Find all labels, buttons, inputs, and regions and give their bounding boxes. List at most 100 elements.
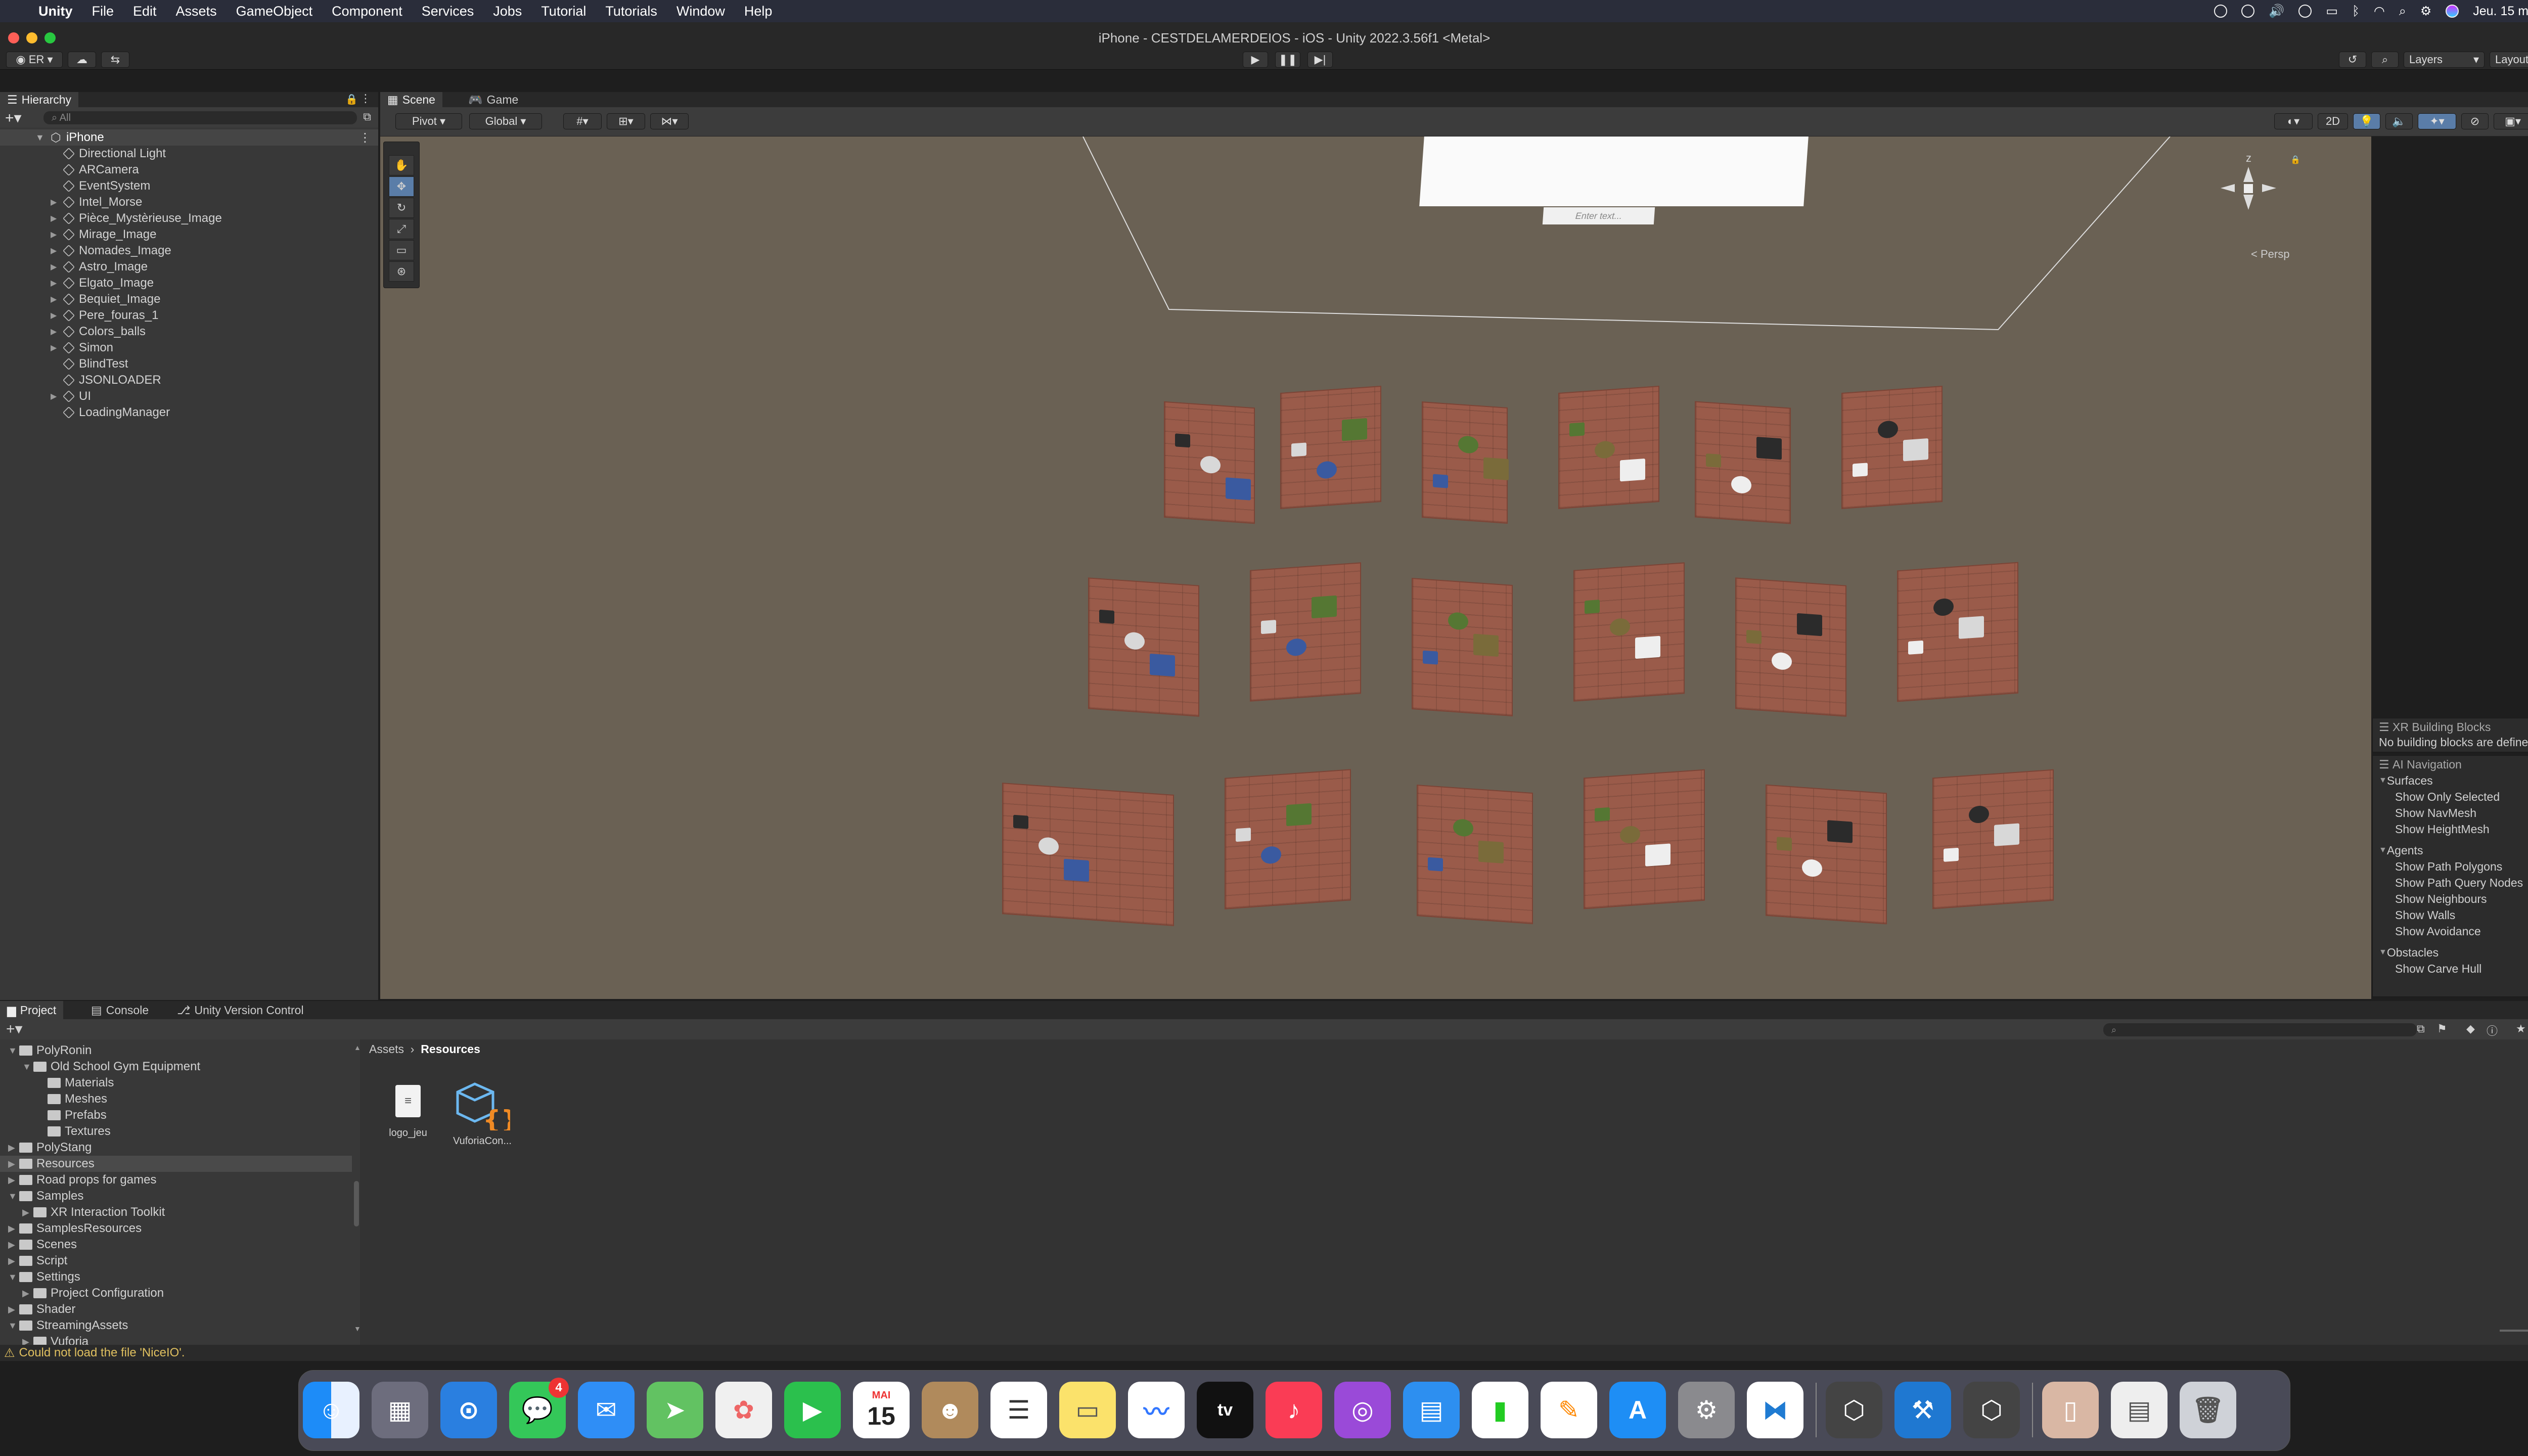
scene-prop[interactable] [1175, 433, 1190, 448]
ai-nav-option[interactable]: Show NavMesh✓ [2395, 805, 2528, 821]
cloud-button[interactable]: ☁ [68, 52, 96, 68]
puzzle-board-tile[interactable] [1280, 386, 1381, 509]
chevron-right-icon[interactable]: ▶ [51, 262, 57, 272]
scene-prop[interactable] [1969, 805, 1989, 824]
menu-assets[interactable]: Assets [176, 4, 217, 19]
scene-prop[interactable] [1903, 438, 1928, 462]
menu-tutorials[interactable]: Tutorials [605, 4, 657, 19]
folder-tree-item[interactable]: ▶ Scenes [0, 1237, 352, 1253]
scene-prop[interactable] [1959, 616, 1984, 639]
chevron-down-icon[interactable]: ▼ [2379, 948, 2387, 957]
puzzle-board-tile[interactable] [1897, 562, 2018, 702]
folder-tree-item[interactable]: ▶ Script [0, 1253, 352, 1269]
camera-settings-button[interactable]: ▣▾ [2494, 113, 2528, 129]
puzzle-board-tile[interactable] [1841, 386, 1943, 509]
chevron-right-icon[interactable]: ▶ [51, 294, 57, 304]
numbers-icon[interactable]: ▮ [1472, 1382, 1528, 1438]
tab-game[interactable]: 🎮 Game [461, 92, 525, 107]
star-icon[interactable]: ★ [2516, 1022, 2526, 1035]
chevron-right-icon[interactable]: ▶ [8, 1240, 19, 1250]
puzzle-board-tile[interactable] [1558, 386, 1659, 509]
messages-icon[interactable]: 💬 4 [509, 1378, 569, 1438]
breadcrumb-resources[interactable]: Resources [421, 1042, 480, 1056]
hierarchy-item[interactable]: LoadingManager [0, 404, 170, 421]
lighting-toggle-button[interactable]: 💡 [2353, 113, 2380, 129]
chevron-right-icon[interactable]: ▶ [8, 1143, 19, 1153]
chevron-down-icon[interactable]: ▼ [2379, 776, 2387, 785]
chevron-down-icon[interactable]: ▼ [8, 1045, 19, 1056]
volume-icon[interactable]: 🔊 [2269, 4, 2284, 19]
scene-prop[interactable] [1236, 828, 1251, 842]
chevron-right-icon[interactable]: ▶ [8, 1304, 19, 1315]
scene-prop[interactable] [1064, 858, 1089, 882]
menu-services[interactable]: Services [422, 4, 474, 19]
menu-jobs[interactable]: Jobs [493, 4, 522, 19]
align-button[interactable]: ⋈▾ [650, 113, 689, 129]
scene-prop[interactable] [1944, 847, 1959, 862]
scene-viewport[interactable]: ✋ ✥ ↻ ⤢ ▭ ⊛ Enter text... z 🔒 < Persp [380, 136, 2371, 999]
ai-nav-option[interactable]: Show Only Selected [2395, 789, 2528, 804]
folder-tree-item[interactable]: Prefabs [0, 1107, 352, 1123]
hidden-objects-button[interactable]: ⊘ [2461, 113, 2489, 129]
puzzle-board-tile[interactable] [1412, 578, 1513, 716]
calendar-icon[interactable]: MAI 15 [853, 1382, 910, 1438]
hierarchy-item[interactable]: ▶ Elgato_Image [0, 275, 154, 291]
scene-prop[interactable] [1933, 598, 1954, 617]
search-by-label-icon[interactable]: ⚑ [2437, 1022, 2447, 1035]
scene-prop[interactable] [1756, 436, 1782, 460]
search-button[interactable]: ⌕ [2371, 52, 2399, 68]
scene-prop[interactable] [1226, 477, 1251, 500]
account-dropdown[interactable]: ◉ ER ▾ [6, 52, 63, 68]
tab-project[interactable]: ▆ Project [0, 1001, 64, 1019]
freeform-icon[interactable]: 〰 [1128, 1382, 1185, 1438]
record-icon[interactable] [2241, 5, 2255, 18]
scene-prop[interactable] [1342, 418, 1367, 441]
scene-prop[interactable] [1595, 440, 1615, 459]
hierarchy-item[interactable]: ▶ Simon [0, 340, 113, 356]
reminders-icon[interactable]: ☰ [990, 1382, 1047, 1438]
menu-help[interactable]: Help [744, 4, 773, 19]
chevron-right-icon[interactable]: ▶ [51, 278, 57, 288]
status-warning-text[interactable]: Could not load the file 'NiceIO'. [19, 1346, 185, 1360]
scene-prop[interactable] [1994, 823, 2019, 846]
hierarchy-item[interactable]: ▶ Bequiet_Image [0, 291, 160, 307]
hierarchy-item[interactable]: ▶ Mirage_Image [0, 226, 156, 243]
play-button[interactable]: ▶ [1243, 52, 1268, 68]
project-search-input[interactable]: ⌕ [2103, 1023, 2417, 1036]
tab-unity-version-control[interactable]: ⎇ Unity Version Control [170, 1001, 311, 1019]
scene-prop[interactable] [1610, 617, 1630, 636]
scene-prop[interactable] [1746, 629, 1762, 644]
folder-tree-item[interactable]: ▼ Samples [0, 1188, 352, 1204]
filter-icon[interactable]: ⧉ [363, 110, 371, 123]
puzzle-board-tile[interactable] [1417, 784, 1533, 925]
chevron-down-icon[interactable]: ▼ [22, 1062, 33, 1072]
ai-nav-section-surfaces[interactable]: ▼ Surfaces [2379, 773, 2433, 788]
folder-tree-item[interactable]: Textures [0, 1123, 352, 1140]
keynote-icon[interactable]: ▤ [1403, 1382, 1460, 1438]
scene-prop[interactable] [1286, 638, 1306, 657]
scene-prop[interactable] [1878, 420, 1898, 439]
layout-dropdown[interactable]: Layout▾ [2490, 52, 2528, 68]
ai-nav-option[interactable]: Show HeightMesh [2395, 822, 2528, 837]
lock-icon[interactable]: 🔒 [345, 93, 358, 106]
scene-prop[interactable] [1286, 803, 1312, 827]
focus-icon[interactable] [2298, 5, 2312, 18]
orientation-gizmo[interactable]: z 🔒 < Persp [2210, 152, 2301, 260]
ai-nav-option[interactable]: Show Carve Hull [2395, 961, 2528, 976]
folder-tree-item[interactable]: ▶ PolyStang [0, 1140, 352, 1156]
menu-app-unity[interactable]: Unity [38, 4, 73, 19]
asset-logo-jeu[interactable]: ≡ logo_jeu [380, 1080, 436, 1146]
folder-tree-item[interactable]: ▶ Resources [0, 1156, 352, 1172]
scene-prop[interactable] [1827, 820, 1853, 843]
ai-nav-option[interactable]: Show Path Polygons✓ [2395, 859, 2528, 874]
puzzle-board-tile[interactable] [1695, 401, 1791, 524]
hierarchy-item[interactable]: ▶ Pere_fouras_1 [0, 307, 158, 324]
unity-editor-icon[interactable]: ⬡ [1963, 1382, 2020, 1438]
scene-prop[interactable] [1317, 461, 1337, 479]
create-asset-button[interactable]: +▾ [6, 1020, 23, 1038]
global-dropdown[interactable]: Global ▾ [469, 113, 542, 129]
chevron-right-icon[interactable]: ▶ [51, 343, 57, 353]
folder-tree-item[interactable]: Meshes [0, 1091, 352, 1107]
chevron-right-icon[interactable]: ▶ [8, 1175, 19, 1186]
asset-vuforia-config[interactable]: {} VuforiaCon... [452, 1080, 519, 1147]
